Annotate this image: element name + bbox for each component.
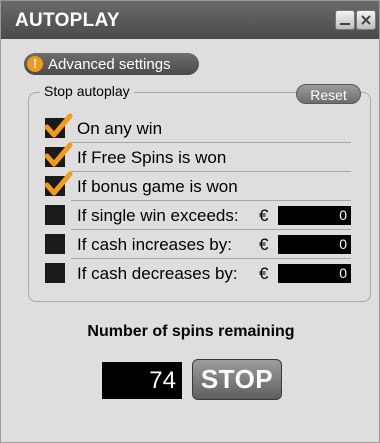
option-label: If cash increases by:	[77, 235, 232, 254]
checkmark-icon	[44, 171, 73, 196]
window-title: AUTOPLAY	[15, 10, 120, 31]
spins-remaining-title: Number of spins remaining	[87, 323, 295, 340]
advanced-settings-button[interactable]: ! Advanced settings	[24, 53, 199, 75]
option-on-any-win[interactable]: On any win	[44, 113, 351, 143]
stop-button[interactable]: STOP	[192, 359, 282, 400]
option-label: If single win exceeds:	[77, 206, 239, 225]
autoplay-window: AUTOPLAY ! Advanced settings Stop autopl…	[0, 0, 380, 443]
option-single-win-exceeds[interactable]: If single win exceeds: € 0	[45, 201, 351, 230]
currency-symbol: €	[259, 206, 269, 225]
option-cash-increases[interactable]: If cash increases by: € 0	[45, 230, 351, 259]
minimize-icon	[340, 23, 350, 25]
option-bonus-game-won[interactable]: If bonus game is won	[44, 171, 351, 201]
title-bar[interactable]: AUTOPLAY	[1, 1, 379, 39]
option-cash-decreases[interactable]: If cash decreases by: € 0	[45, 259, 351, 288]
cash-increase-amount-input[interactable]: 0	[278, 235, 351, 254]
checkbox-bonus-game-won[interactable]	[44, 171, 73, 196]
option-label: If cash decreases by:	[77, 264, 238, 283]
advanced-settings-label: Advanced settings	[48, 56, 171, 73]
checkmark-icon	[44, 142, 73, 167]
option-label: On any win	[77, 119, 163, 138]
warning-icon: !	[27, 56, 43, 72]
spins-remaining-count: 74	[102, 362, 182, 399]
option-free-spins-won[interactable]: If Free Spins is won	[44, 142, 351, 172]
option-label: If bonus game is won	[77, 177, 238, 196]
checkmark-icon	[44, 113, 73, 138]
cash-decrease-amount-input[interactable]: 0	[278, 264, 351, 283]
option-label: If Free Spins is won	[77, 148, 227, 167]
close-button[interactable]	[356, 10, 376, 30]
checkbox-cash-decreases[interactable]	[45, 263, 65, 283]
minimize-button[interactable]	[335, 10, 355, 30]
currency-symbol: €	[259, 235, 269, 254]
reset-button[interactable]: Reset	[296, 84, 361, 104]
currency-symbol: €	[259, 264, 269, 283]
single-win-amount-input[interactable]: 0	[278, 206, 351, 225]
stop-autoplay-legend: Stop autoplay	[40, 83, 134, 99]
checkbox-on-any-win[interactable]	[44, 113, 73, 138]
checkbox-cash-increases[interactable]	[45, 234, 65, 254]
close-icon	[361, 15, 371, 25]
checkbox-single-win-exceeds[interactable]	[45, 205, 65, 225]
checkbox-free-spins-won[interactable]	[44, 142, 73, 167]
